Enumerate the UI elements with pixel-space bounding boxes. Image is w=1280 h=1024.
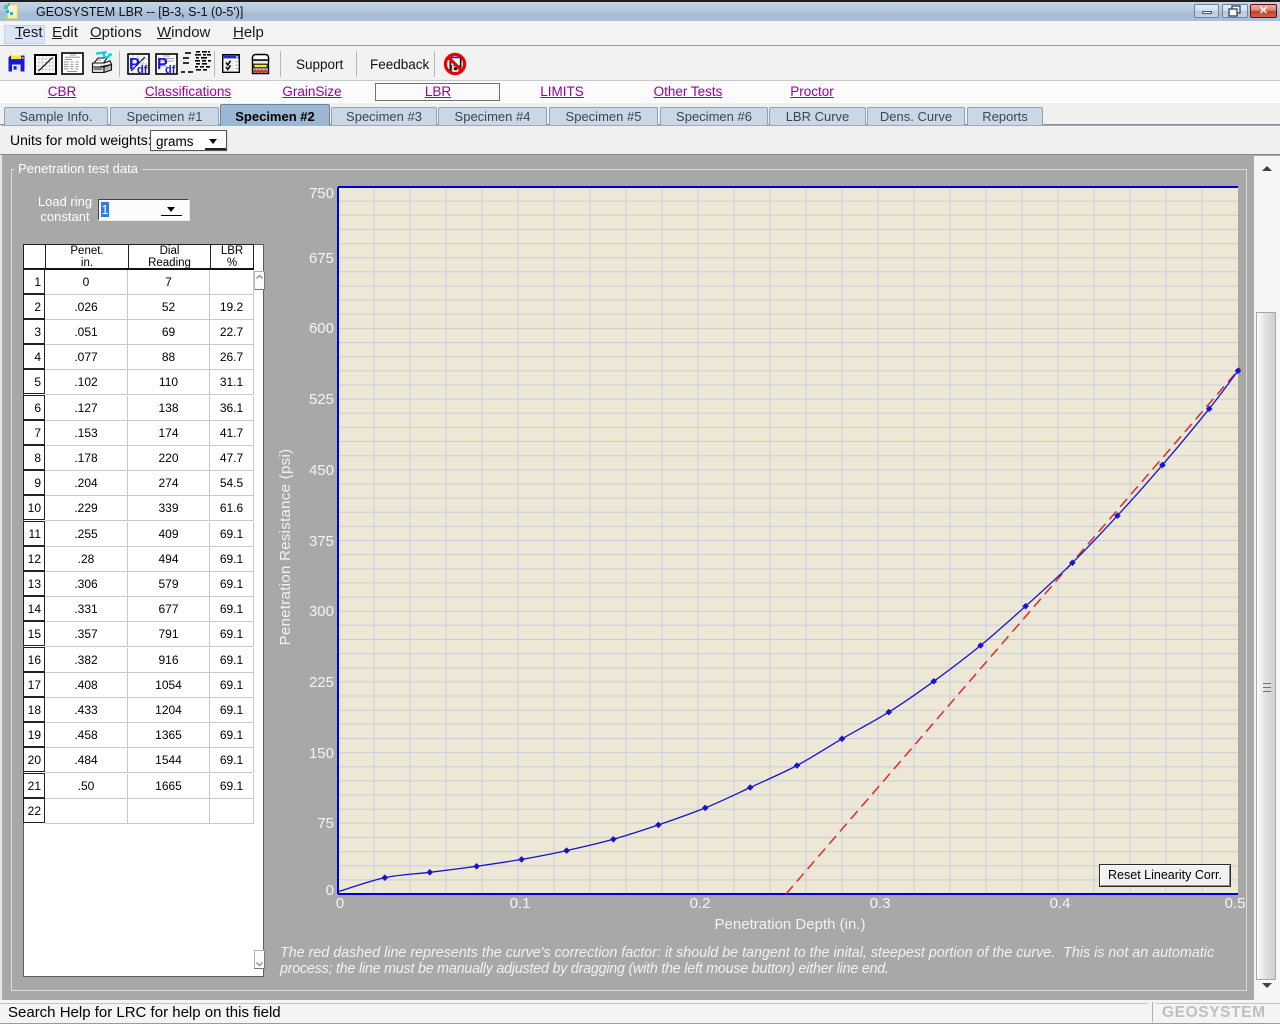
svg-text:df: df: [137, 64, 148, 75]
svg-text:df: df: [165, 64, 176, 75]
